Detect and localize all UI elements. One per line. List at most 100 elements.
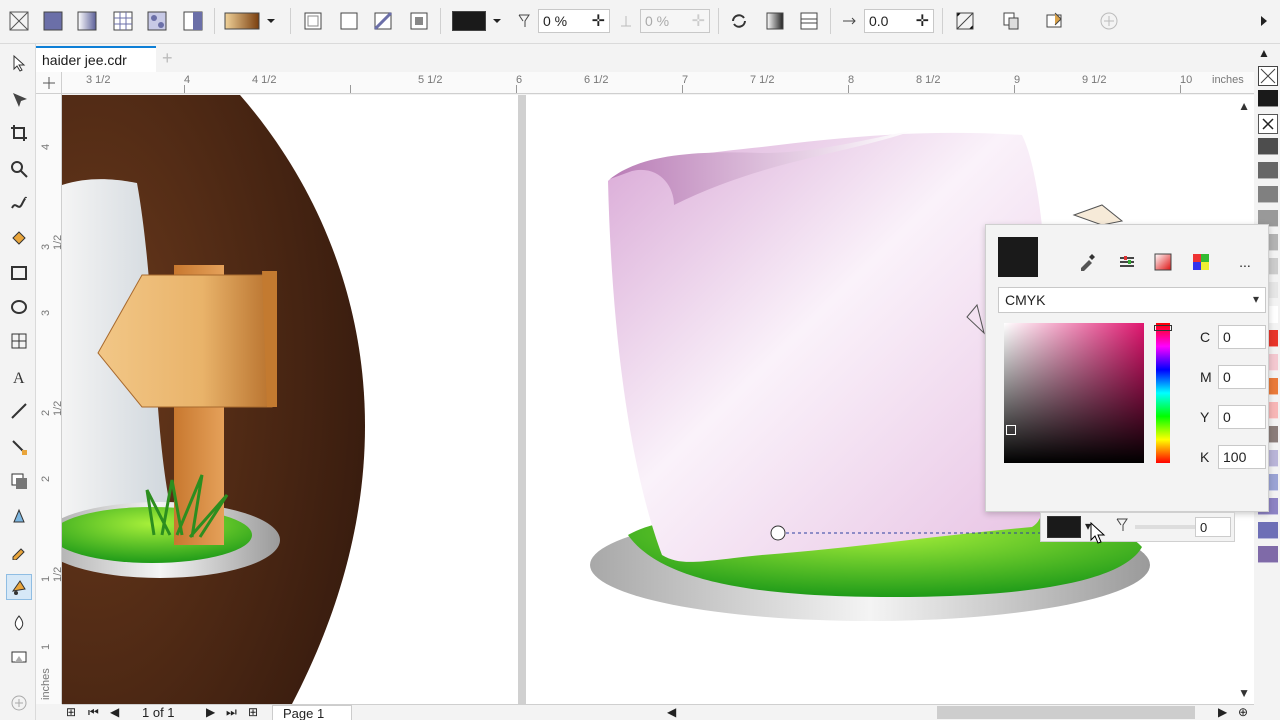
chevron-down-icon[interactable] — [488, 8, 506, 34]
color-spectrum[interactable] — [1004, 323, 1144, 463]
polygon-tool-icon[interactable] — [6, 328, 32, 354]
color-viewer-icon[interactable] — [1152, 251, 1174, 273]
node-fill-bar: ▾ 0 — [1040, 512, 1235, 542]
zoom-navigator-icon[interactable]: ⊕ — [1238, 705, 1248, 719]
node-transparency-field[interactable]: 0 % ✛ — [538, 9, 610, 33]
outline-tool-icon[interactable] — [6, 644, 32, 670]
palette-scroll-up-icon[interactable]: ▲ — [1258, 46, 1270, 60]
elliptical-fountain-icon[interactable] — [336, 8, 362, 34]
color-model-select[interactable]: CMYK ▾ — [998, 287, 1266, 313]
add-page-icon[interactable]: ⊞ — [66, 705, 76, 719]
add-icon[interactable] — [1096, 8, 1122, 34]
add-tab-icon[interactable]: + — [162, 48, 173, 69]
more-options-icon[interactable]: ... — [1234, 251, 1256, 273]
ellipse-tool-icon[interactable] — [6, 294, 32, 320]
transparency-tool-icon[interactable] — [6, 502, 32, 528]
transparency-input[interactable]: 0 — [1195, 517, 1231, 537]
palette-swatch[interactable] — [1258, 546, 1278, 563]
palette-swatch[interactable] — [1258, 186, 1278, 203]
smooth-blend-icon[interactable] — [762, 8, 788, 34]
zoom-tool-icon[interactable] — [6, 156, 32, 182]
dimension-tool-icon[interactable] — [6, 398, 32, 424]
no-fill-icon[interactable] — [6, 8, 32, 34]
next-page-icon[interactable]: ▶ — [206, 705, 215, 719]
connector-tool-icon[interactable] — [6, 434, 32, 460]
mirror-repeat-icon[interactable] — [796, 8, 822, 34]
palette-swatch[interactable] — [1258, 162, 1278, 179]
expand-toolbar-icon[interactable] — [1254, 8, 1274, 34]
yellow-input[interactable]: 0 — [1218, 405, 1266, 429]
eyedropper-tool-icon[interactable] — [6, 538, 32, 564]
first-page-icon[interactable]: ⏮ — [88, 705, 99, 720]
horizontal-scrollbar-thumb[interactable] — [937, 706, 1195, 719]
page-tab[interactable]: Page 1 — [272, 705, 352, 720]
free-scale-icon[interactable] — [952, 8, 978, 34]
pick-tool-icon[interactable] — [6, 50, 32, 76]
last-page-icon[interactable]: ⏭ — [226, 705, 237, 720]
vertical-ruler[interactable]: 4 3 1/2 3 2 1/2 2 1 1/2 1 inches — [36, 94, 64, 704]
bitmap-pattern-fill-icon[interactable] — [144, 8, 170, 34]
plus-icon[interactable]: ✛ — [916, 11, 929, 31]
previous-page-icon[interactable]: ◀ — [110, 705, 119, 719]
ruler-origin[interactable] — [36, 72, 62, 94]
linear-fountain-icon[interactable] — [300, 8, 326, 34]
edit-fill-icon[interactable] — [1042, 8, 1068, 34]
node-position-field[interactable]: 0 % ✛ — [640, 9, 710, 33]
node-color-swatch[interactable] — [1047, 516, 1081, 538]
black-input[interactable]: 100 — [1218, 445, 1266, 469]
palette-swatch[interactable] — [1258, 138, 1278, 155]
transparency-slider[interactable] — [1135, 525, 1197, 529]
smart-drawing-tool-icon[interactable] — [6, 610, 32, 636]
hue-slider[interactable] — [1154, 323, 1172, 463]
shape-tool-icon[interactable] — [6, 86, 32, 112]
current-color-preview[interactable] — [998, 237, 1038, 277]
add-page-after-icon[interactable]: ⊞ — [248, 705, 258, 719]
smart-fill-icon[interactable] — [6, 224, 32, 250]
reverse-fill-icon[interactable] — [726, 8, 752, 34]
fill-start-node[interactable] — [770, 525, 786, 541]
eyedropper-icon[interactable] — [1076, 251, 1098, 273]
color-sliders-icon[interactable] — [1116, 251, 1138, 273]
crop-tool-icon[interactable] — [6, 120, 32, 146]
spectrum-selector[interactable] — [1006, 425, 1016, 435]
plus-icon[interactable]: ✛ — [692, 11, 705, 31]
color-palettes-icon[interactable] — [1190, 251, 1212, 273]
scroll-down-icon[interactable]: ▼ — [1238, 686, 1250, 700]
scroll-left-icon[interactable]: ◀ — [667, 705, 676, 719]
cyan-input[interactable]: 0 — [1218, 325, 1266, 349]
ruler-tick-label: 3 1/2 — [86, 74, 111, 86]
text-tool-icon[interactable]: A — [6, 364, 32, 390]
magenta-input[interactable]: 0 — [1218, 365, 1266, 389]
page-navigation-bar: ⊞ ⏮ ◀ 1 of 1 ▶ ⏭ ⊞ Page 1 ◀ ▶ ⊕ — [62, 704, 1254, 720]
drop-shadow-tool-icon[interactable] — [6, 468, 32, 494]
rectangle-tool-icon[interactable] — [6, 260, 32, 286]
fountain-fill-icon[interactable] — [74, 8, 100, 34]
no-color-swatch[interactable] — [1258, 66, 1278, 86]
node-color-swatch[interactable] — [450, 8, 488, 34]
uniform-fill-icon[interactable] — [40, 8, 66, 34]
scroll-right-icon[interactable]: ▶ — [1218, 705, 1227, 719]
transparency-icon — [1115, 517, 1129, 536]
document-tab[interactable]: haider jee.cdr — [36, 46, 156, 72]
close-icon[interactable] — [1258, 114, 1278, 134]
palette-swatch[interactable] — [1258, 90, 1278, 107]
copy-fill-icon[interactable] — [998, 8, 1024, 34]
chevron-down-icon[interactable] — [262, 8, 280, 34]
plus-icon[interactable]: ✛ — [592, 11, 605, 31]
ruler-tick-label: 6 1/2 — [584, 74, 609, 86]
background-object[interactable] — [1072, 204, 1124, 226]
conical-fountain-icon[interactable] — [370, 8, 396, 34]
fill-color-picker[interactable] — [222, 8, 262, 34]
palette-swatch[interactable] — [1258, 522, 1278, 539]
acceleration-field[interactable]: 0.0 ✛ — [864, 9, 934, 33]
hue-slider-handle[interactable] — [1154, 325, 1172, 331]
acceleration-value: 0.0 — [869, 13, 889, 29]
add-tool-icon[interactable] — [6, 690, 32, 716]
interactive-fill-tool-icon[interactable] — [6, 574, 32, 600]
freehand-tool-icon[interactable] — [6, 190, 32, 216]
vector-pattern-fill-icon[interactable] — [110, 8, 136, 34]
horizontal-ruler[interactable]: 3 1/2 4 4 1/2 5 1/2 6 6 1/2 7 7 1/2 8 8 … — [62, 72, 1254, 94]
texture-fill-icon[interactable] — [180, 8, 206, 34]
rectangular-fountain-icon[interactable] — [406, 8, 432, 34]
scroll-up-icon[interactable]: ▲ — [1238, 99, 1250, 113]
